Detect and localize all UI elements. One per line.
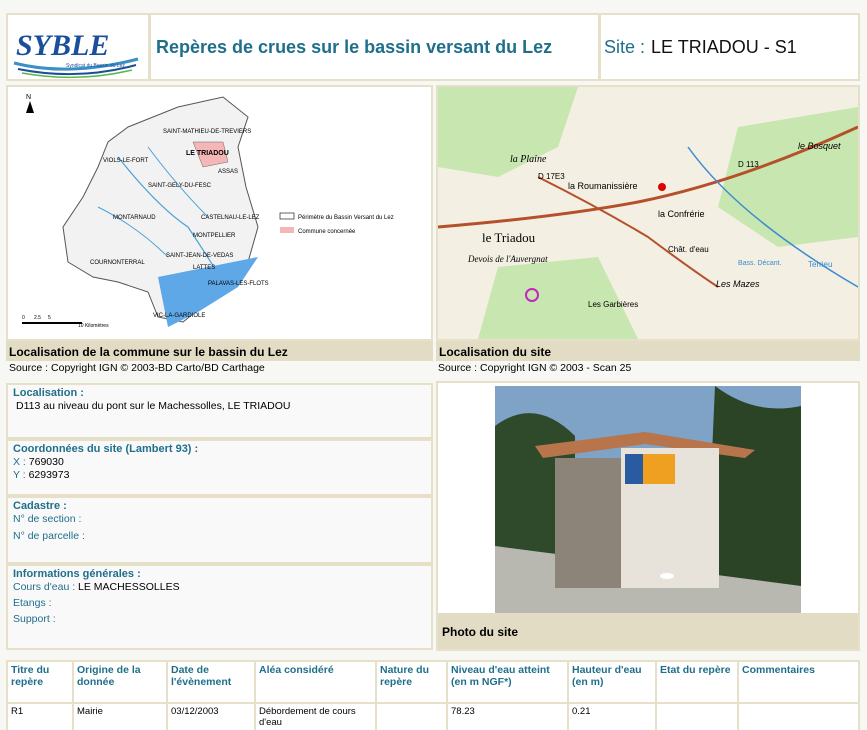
- north-label: N: [26, 94, 31, 101]
- svg-text:Les Garbières: Les Garbières: [588, 300, 638, 309]
- place-label: PALAVAS-LES-FLOTS: [208, 281, 269, 287]
- legend-item: Commune concernée: [298, 229, 356, 235]
- legend-item: Périmètre du Bassin Versant du Lez: [298, 215, 394, 221]
- svg-text:D 113: D 113: [738, 160, 759, 169]
- site-map-caption: Localisation du site: [436, 341, 860, 361]
- col-header: Hauteur d'eau (en m): [567, 660, 657, 704]
- place-label: SAINT-JEAN-DE-VEDAS: [166, 253, 233, 259]
- col-header: Niveau d'eau atteint (en m NGF*): [446, 660, 569, 704]
- localisation-block: Localisation : D113 au niveau du pont su…: [6, 383, 433, 439]
- col-header: Aléa considéré: [254, 660, 377, 704]
- col-header: Nature du repère: [375, 660, 448, 704]
- site-photo: [495, 386, 801, 613]
- coord-x: 769030: [28, 456, 64, 468]
- svg-text:10 Kilomètres: 10 Kilomètres: [78, 323, 109, 329]
- commune-map-source: Source : Copyright IGN © 2003-BD Carto/B…: [9, 362, 265, 374]
- place-label: SAINT-MATHIEU-DE-TREVIERS: [163, 129, 251, 135]
- place-label-highlight: LE TRIADOU: [186, 150, 229, 157]
- coords-block: Coordonnées du site (Lambert 93) : X : 7…: [6, 439, 433, 496]
- col-header: Date de l'évènement: [166, 660, 256, 704]
- site-header: Site : LE TRIADOU - S1: [599, 13, 860, 81]
- svg-text:Les Mazes: Les Mazes: [716, 279, 760, 289]
- place-label: VIOLS-LE-FORT: [103, 158, 149, 164]
- place-label: CASTELNAU-LE-LEZ: [201, 215, 260, 221]
- svg-text:Bass. Décant.: Bass. Décant.: [738, 260, 782, 267]
- site-map: la Plaine la Roumanissière la Confrérie …: [437, 87, 859, 339]
- cours-eau-value: LE MACHESSOLLES: [78, 581, 180, 593]
- cadastre-label: Cadastre :: [13, 500, 67, 512]
- site-label: Site :: [604, 36, 646, 57]
- svg-text:la Plaine: la Plaine: [510, 154, 547, 165]
- table-cell: [655, 702, 739, 730]
- col-header: Origine de la donnée: [72, 660, 168, 704]
- table-cell: [375, 702, 448, 730]
- svg-text:D 17E3: D 17E3: [538, 172, 565, 181]
- place-label: MONTARNAUD: [113, 215, 156, 221]
- svg-text:2.5: 2.5: [34, 315, 41, 321]
- table-cell: Mairie: [72, 702, 168, 730]
- commune-map: N SAINT-MATHIEU-DE-TREVIERS LE TRIADOU V…: [8, 87, 431, 339]
- reperes-table: Titre du repère Origine de la donnée Dat…: [6, 660, 860, 730]
- svg-text:0: 0: [22, 315, 25, 321]
- svg-text:la Confrérie: la Confrérie: [658, 209, 705, 219]
- table-cell: Débordement de cours d'eau: [254, 702, 377, 730]
- svg-text:la Roumanissière: la Roumanissière: [568, 181, 638, 191]
- cadastre-block: Cadastre : N° de section : N° de parcell…: [6, 496, 433, 564]
- place-label: ASSAS: [218, 169, 238, 175]
- place-label: VIC-LA-GARDIOLE: [153, 313, 205, 319]
- place-label: COURNONTERRAL: [90, 260, 145, 266]
- photo-caption: Photo du site: [438, 613, 858, 649]
- site-map-panel: la Plaine la Roumanissière la Confrérie …: [436, 85, 860, 341]
- table-cell: [737, 702, 860, 730]
- general-info-label: Informations générales :: [13, 568, 141, 580]
- svg-text:5: 5: [48, 315, 51, 321]
- table-row: R1 Mairie 03/12/2003 Débordement de cour…: [6, 702, 860, 730]
- logo-subtitle: Syndicat du Bassin du Lez: [66, 63, 125, 69]
- localisation-value: D113 au niveau du pont sur le Machessoll…: [16, 400, 291, 412]
- localisation-label: Localisation :: [13, 387, 84, 399]
- svg-text:Devois de l'Auvergnat: Devois de l'Auvergnat: [467, 254, 548, 264]
- svg-text:le Triadou: le Triadou: [482, 230, 536, 245]
- site-value: LE TRIADOU - S1: [651, 36, 797, 57]
- general-info-block: Informations générales : Cours d'eau : L…: [6, 564, 433, 650]
- coord-y: 6293973: [28, 469, 70, 481]
- table-cell: 0.21: [567, 702, 657, 730]
- svg-text:Terrieu: Terrieu: [808, 260, 832, 269]
- logo-box: SYBLE Syndicat du Bassin du Lez: [6, 13, 150, 81]
- commune-map-caption: Localisation de la commune sur le bassin…: [6, 341, 433, 361]
- page-title: Repères de crues sur le bassin versant d…: [149, 13, 600, 81]
- table-cell: 78.23: [446, 702, 569, 730]
- logo-text: SYBLE: [16, 29, 109, 62]
- table-cell: 03/12/2003: [166, 702, 256, 730]
- table-cell: R1: [6, 702, 74, 730]
- svg-text:le Bosquet: le Bosquet: [798, 141, 841, 151]
- site-map-source: Source : Copyright IGN © 2003 - Scan 25: [438, 362, 632, 374]
- photo-panel: Photo du site: [436, 381, 860, 651]
- col-header: Titre du repère: [6, 660, 74, 704]
- syble-logo: SYBLE Syndicat du Bassin du Lez: [13, 29, 139, 79]
- coords-label: Coordonnées du site (Lambert 93) :: [13, 443, 199, 455]
- col-header: Etat du repère: [655, 660, 739, 704]
- place-label: LATTES: [193, 265, 215, 271]
- col-header: Commentaires: [737, 660, 860, 704]
- svg-text:Chât. d'eau: Chât. d'eau: [668, 245, 709, 254]
- place-label: MONTPELLIER: [193, 233, 236, 239]
- commune-map-panel: N SAINT-MATHIEU-DE-TREVIERS LE TRIADOU V…: [6, 85, 433, 341]
- table-header-row: Titre du repère Origine de la donnée Dat…: [6, 660, 860, 704]
- place-label: SAINT-GELY-DU-FESC: [148, 183, 212, 189]
